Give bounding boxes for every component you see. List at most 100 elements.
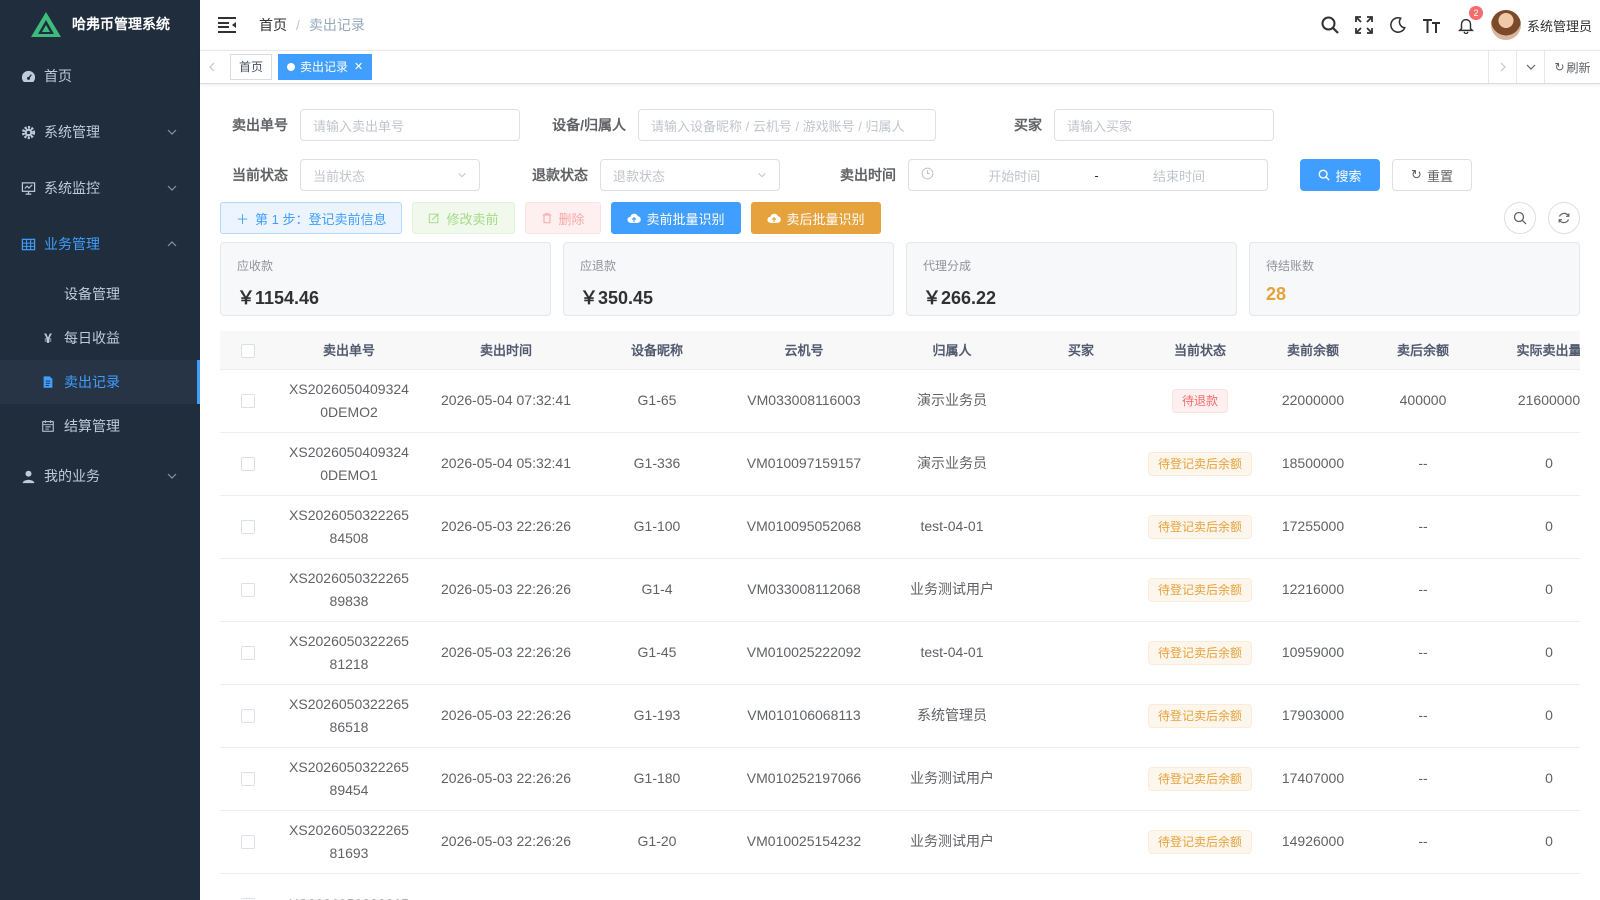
device-nickname-cell: G1-45 — [590, 621, 724, 685]
sidebar-item-my-business[interactable]: 我的业务 — [0, 448, 200, 504]
status-select[interactable]: 当前状态 — [300, 159, 480, 191]
tag-sales-records[interactable]: 卖出记录 ✕ — [278, 54, 373, 80]
username[interactable]: 系统管理员 — [1527, 16, 1592, 35]
table-row[interactable]: XS2026050409324 0DEMO2 2026-05-04 07:32:41… — [220, 369, 1580, 433]
refresh-icon: ↻ — [1411, 167, 1422, 182]
row-checkbox-cell[interactable] — [220, 873, 276, 900]
device-nickname-cell: G1-193 — [590, 684, 724, 748]
font-size-icon[interactable] — [1421, 14, 1443, 36]
row-checkbox[interactable] — [241, 772, 255, 787]
edit-pre-sale-button[interactable]: 修改卖前 — [412, 202, 515, 234]
row-checkbox[interactable] — [241, 709, 255, 724]
toggle-search-button[interactable] — [1504, 202, 1536, 234]
refresh-icon: ↻ — [1554, 60, 1565, 74]
register-pre-sale-button[interactable]: ＋ 第 1 步：登记卖前信息 — [220, 202, 403, 234]
post-sale-balance-cell: -- — [1368, 810, 1478, 874]
table-row[interactable]: XS2026050322265 84508 2026-05-03 22:26:26 G… — [220, 495, 1580, 559]
buyer-cell — [1020, 495, 1142, 559]
refund-status-select[interactable]: 退款状态 — [600, 159, 780, 191]
delete-button[interactable]: 删除 — [524, 202, 601, 234]
sidebar-item-system[interactable]: 系统管理 — [0, 104, 200, 160]
stat-label: 应收款 — [237, 259, 274, 273]
reset-button-label: 重置 — [1426, 168, 1453, 184]
owner-cell: 业务测试用户 — [884, 810, 1020, 874]
table-row[interactable]: XS2026050409324 0DEMO1 2026-05-04 05:32:41… — [220, 432, 1580, 496]
post-sale-balance-cell: 400000 — [1368, 369, 1478, 433]
stat-card-agent-share: 代理分成 ￥266.22 — [906, 242, 1237, 316]
sidebar-item-home[interactable]: 首页 — [0, 48, 200, 104]
sale-no-input[interactable]: 请输入卖出单号 — [300, 109, 520, 141]
tag-label: 卖出记录 — [300, 60, 349, 74]
buyer-input[interactable]: 请输入买家 — [1054, 109, 1274, 141]
table-row[interactable]: XS2026050322265 — [220, 873, 1580, 900]
buyer-cell — [1020, 873, 1142, 900]
post-sale-batch-recognize-button[interactable]: 卖后批量识别 — [750, 202, 881, 234]
close-icon[interactable]: ✕ — [354, 55, 363, 79]
table-row[interactable]: XS2026050322265 89454 2026-05-03 22:26:26 G… — [220, 747, 1580, 811]
select-all-checkbox[interactable] — [241, 343, 255, 358]
row-checkbox[interactable] — [241, 457, 255, 472]
column-header: 卖前余额 — [1258, 331, 1368, 370]
end-time-input[interactable]: 结束时间 — [1153, 166, 1205, 185]
bell-icon[interactable]: 2 — [1455, 6, 1483, 36]
row-checkbox[interactable] — [241, 520, 255, 535]
row-checkbox-cell[interactable] — [220, 495, 276, 559]
active-dot-icon — [287, 63, 296, 71]
user-icon — [20, 468, 36, 484]
reset-button[interactable]: ↻ 重置 — [1392, 159, 1472, 191]
select-all-checkbox-cell[interactable] — [220, 331, 276, 370]
row-checkbox[interactable] — [241, 394, 255, 409]
moon-icon[interactable] — [1387, 14, 1409, 36]
breadcrumb-home[interactable]: 首页 — [259, 15, 287, 35]
tags-scroll-right-icon[interactable] — [1488, 51, 1516, 83]
row-checkbox-cell[interactable] — [220, 747, 276, 811]
table-row[interactable]: XS2026050322265 89838 2026-05-03 22:26:26 G… — [220, 558, 1580, 622]
tags-scroll-left-icon[interactable] — [200, 51, 224, 83]
sidebar: 哈弗币管理系统 首页 系统管理 系统监控 业务管理 设备管理 ¥ 每日收益 卖出… — [0, 0, 200, 900]
sidebar-item-settlement[interactable]: 结算管理 — [0, 404, 200, 448]
cloud-id-cell: VM010095052068 — [724, 495, 884, 559]
cloud-upload-icon — [626, 212, 641, 224]
sale-time-range-picker[interactable]: 开始时间 - 结束时间 — [908, 159, 1268, 191]
pre-sale-balance-cell: 10959000 — [1258, 621, 1368, 685]
stat-card-refundable: 应退款 ￥350.45 — [563, 242, 894, 316]
pre-sale-balance-cell: 12216000 — [1258, 558, 1368, 622]
pre-sale-balance-cell: 22000000 — [1258, 369, 1368, 433]
tag-home[interactable]: 首页 — [230, 54, 273, 80]
search-icon[interactable] — [1319, 14, 1341, 36]
row-checkbox[interactable] — [241, 646, 255, 661]
sidebar-item-device-management[interactable]: 设备管理 — [0, 272, 200, 316]
row-checkbox-cell[interactable] — [220, 369, 276, 433]
status-cell: 待登记卖后余额 — [1142, 432, 1258, 496]
sidebar-item-daily-income[interactable]: ¥ 每日收益 — [0, 316, 200, 360]
logo-icon — [31, 12, 61, 37]
search-button[interactable]: 搜索 — [1300, 159, 1380, 191]
sidebar-item-monitor[interactable]: 系统监控 — [0, 160, 200, 216]
row-checkbox-cell[interactable] — [220, 558, 276, 622]
start-time-input[interactable]: 开始时间 — [988, 166, 1040, 185]
device-owner-input[interactable]: 请输入设备昵称 / 云机号 / 游戏账号 / 归属人 — [638, 109, 936, 141]
refresh-button[interactable]: ↻ 刷新 — [1544, 51, 1600, 83]
sale-no-line1: XS2026050322265 — [289, 821, 409, 838]
table-row[interactable]: XS2026050322265 81693 2026-05-03 22:26:26 G… — [220, 810, 1580, 874]
pre-sale-batch-recognize-button[interactable]: 卖前批量识别 — [610, 202, 741, 234]
logo[interactable]: 哈弗币管理系统 — [0, 0, 200, 48]
sale-time-cell: 2026-05-03 22:26:26 — [422, 747, 590, 811]
refresh-table-button[interactable] — [1548, 202, 1580, 234]
row-checkbox[interactable] — [241, 583, 255, 598]
tags-dropdown-icon[interactable] — [1516, 51, 1544, 83]
breadcrumb-separator: / — [296, 17, 300, 33]
row-checkbox-cell[interactable] — [220, 684, 276, 748]
sidebar-item-sales-records[interactable]: 卖出记录 — [0, 360, 200, 404]
sidebar-item-business[interactable]: 业务管理 — [0, 216, 200, 272]
row-checkbox-cell[interactable] — [220, 621, 276, 685]
table-row[interactable]: XS2026050322265 81218 2026-05-03 22:26:26 G… — [220, 621, 1580, 685]
stat-value: 28 — [1266, 284, 1287, 304]
hamburger-icon[interactable] — [215, 13, 239, 37]
table-row[interactable]: XS2026050322265 86518 2026-05-03 22:26:26 G… — [220, 684, 1580, 748]
row-checkbox[interactable] — [241, 835, 255, 850]
fullscreen-icon[interactable] — [1353, 14, 1375, 36]
avatar[interactable] — [1490, 10, 1521, 40]
row-checkbox-cell[interactable] — [220, 810, 276, 874]
row-checkbox-cell[interactable] — [220, 432, 276, 496]
